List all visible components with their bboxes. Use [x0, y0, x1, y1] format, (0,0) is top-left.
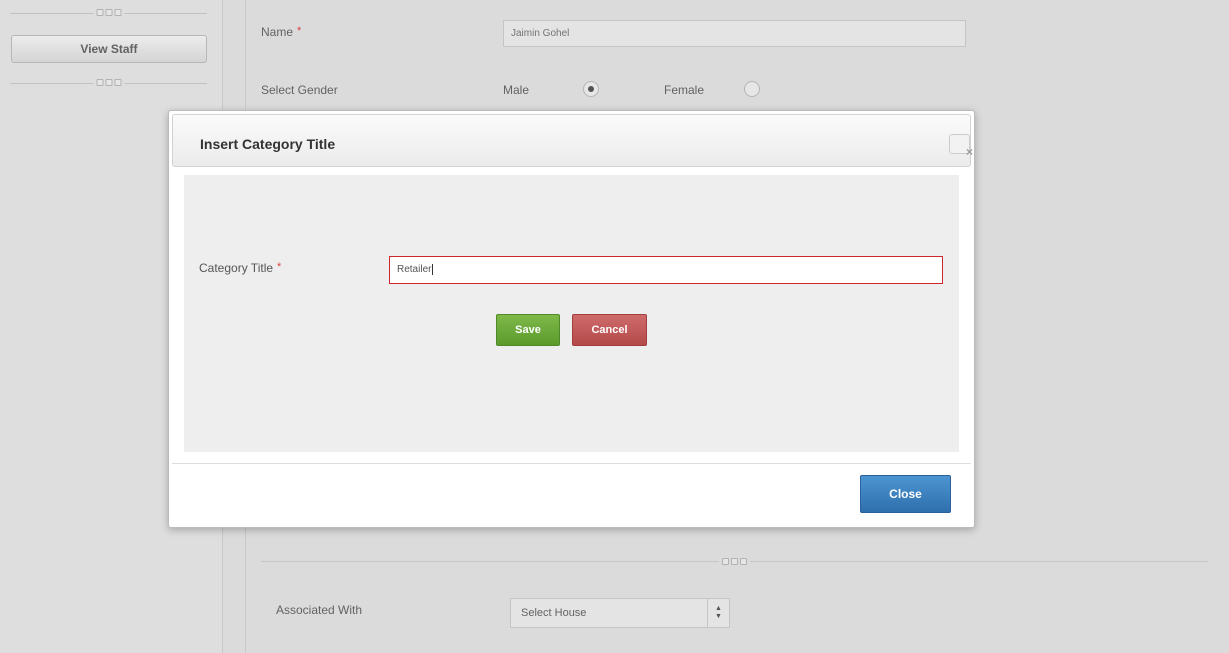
category-title-input[interactable]: Retailer: [389, 256, 943, 284]
cancel-button[interactable]: Cancel: [572, 314, 647, 346]
category-title-label: Category Title *: [199, 261, 282, 275]
text-caret: [432, 263, 434, 275]
close-button[interactable]: Close: [860, 475, 951, 513]
insert-category-modal: Insert Category Title × Category Title * …: [168, 110, 975, 528]
modal-footer-divider: [172, 463, 971, 464]
modal-close-icon-button[interactable]: ×: [949, 134, 973, 159]
save-button[interactable]: Save: [496, 314, 560, 346]
close-icon: ×: [966, 145, 974, 159]
modal-header: Insert Category Title ×: [172, 114, 973, 167]
modal-title: Insert Category Title: [200, 136, 336, 152]
modal-body: Category Title * Retailer Save Cancel: [184, 175, 959, 452]
